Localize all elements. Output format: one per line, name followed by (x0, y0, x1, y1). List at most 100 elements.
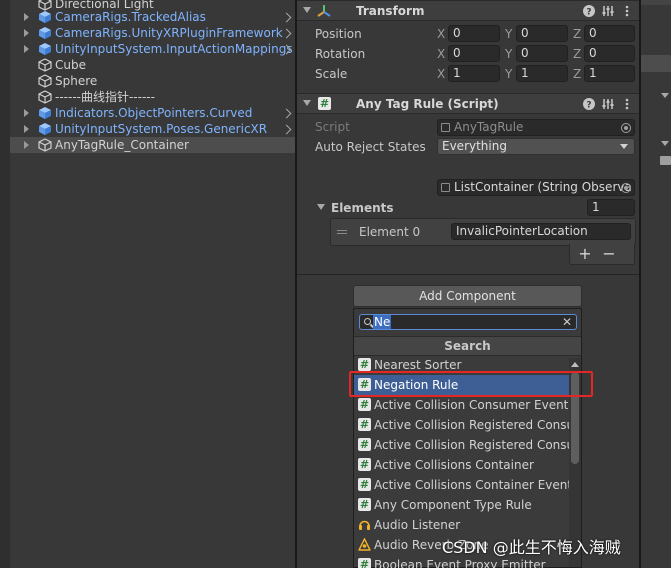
position-z-field[interactable]: 0 (584, 25, 635, 42)
folder-icon (660, 156, 671, 165)
auto-reject-states-value: Everything (442, 139, 507, 153)
search-icon (364, 318, 371, 325)
drag-handle-icon[interactable] (337, 230, 347, 231)
prefab-open-chevron-icon[interactable] (283, 28, 289, 37)
position-y-axis[interactable]: Y (505, 25, 512, 43)
prefab-open-chevron-icon[interactable] (283, 44, 289, 53)
preset-icon[interactable] (601, 97, 615, 111)
rotation-z-field[interactable]: 0 (584, 45, 635, 62)
hierarchy-item[interactable]: Sphere (10, 73, 295, 89)
clear-search-icon[interactable]: ✕ (562, 315, 572, 329)
foldout-arrow-icon[interactable] (303, 100, 311, 106)
gameobject-cube-icon (38, 90, 52, 104)
auto-reject-states-dropdown[interactable]: Everything (437, 138, 635, 155)
expand-arrow-icon[interactable] (24, 125, 29, 133)
help-icon[interactable]: ? (582, 4, 596, 18)
preset-icon[interactable] (601, 4, 615, 18)
component-result-item[interactable]: Active Collision Consumer Event Co (354, 395, 569, 415)
rotation-y-axis[interactable]: Y (505, 45, 512, 63)
element-0-label: Element 0 (359, 225, 421, 239)
expand-arrow-icon[interactable] (24, 45, 29, 53)
component-result-item[interactable]: Active Collision Registered Consum (354, 435, 569, 455)
rotation-x-axis[interactable]: X (437, 45, 445, 63)
add-element-button[interactable]: + (576, 244, 594, 264)
component-result-item[interactable]: Any Component Type Rule (354, 495, 569, 515)
hierarchy-item[interactable]: UnityInputSystem.Poses.GenericXR (10, 121, 295, 137)
component-result-item[interactable]: Negation Rule (354, 375, 569, 395)
expand-arrow-icon[interactable] (24, 29, 29, 37)
list-container-field[interactable]: ListContainer (String Observa (437, 179, 635, 196)
prefab-open-chevron-icon[interactable] (283, 124, 289, 133)
reverb-icon (358, 538, 371, 551)
foldout-arrow-icon[interactable] (303, 7, 311, 13)
hierarchy-item[interactable]: Cube (10, 57, 295, 73)
any-tag-rule-header[interactable]: # Any Tag Rule (Script) ? (297, 93, 639, 114)
hierarchy-item[interactable]: ------曲线指针------ (10, 89, 295, 105)
elements-label[interactable]: Elements (331, 199, 394, 217)
scale-y-axis[interactable]: Y (505, 65, 512, 83)
component-result-item[interactable]: Nearest Sorter (354, 355, 569, 375)
element-0-field[interactable]: InvalicPointerLocation (451, 223, 631, 240)
script-icon (358, 458, 371, 471)
hierarchy-panel: Directional Light CameraRigs.TrackedAlias… (0, 0, 295, 568)
script-icon (358, 478, 371, 491)
hierarchy-item[interactable]: CameraRigs.UnityXRPluginFramework (10, 25, 295, 41)
script-icon (358, 498, 371, 511)
object-picker-icon[interactable] (621, 183, 631, 193)
scale-y-field[interactable]: 1 (516, 65, 568, 82)
position-y-field[interactable]: 0 (516, 25, 568, 42)
help-icon[interactable]: ? (582, 97, 596, 111)
script-label: Script (315, 120, 350, 134)
hierarchy-item[interactable]: AnyTagRule_Container (10, 137, 295, 153)
expand-arrow-icon[interactable] (24, 13, 29, 21)
component-result-label: Negation Rule (374, 378, 459, 392)
prefab-cube-icon (39, 11, 51, 23)
transform-header[interactable]: Transform ? (297, 0, 639, 21)
script-field-value: AnyTagRule (454, 120, 524, 134)
gameobject-cube-icon (38, 74, 52, 88)
rotation-x-field[interactable]: 0 (448, 45, 500, 62)
component-search-input[interactable]: Ne ✕ (359, 314, 577, 330)
transform-title: Transform (356, 4, 425, 18)
position-x-axis[interactable]: X (437, 25, 445, 43)
scale-x-field[interactable]: 1 (448, 65, 500, 82)
rotation-label: Rotation (315, 47, 366, 61)
position-z-axis[interactable]: Z (573, 25, 581, 43)
search-query-text[interactable]: Ne (373, 315, 392, 329)
scale-x-axis[interactable]: X (437, 65, 445, 83)
component-result-item[interactable]: Active Collisions Container Event P (354, 475, 569, 495)
auto-reject-states-label: Auto Reject States (315, 140, 426, 154)
expand-icon[interactable] (661, 93, 669, 98)
expand-arrow-icon[interactable] (24, 141, 29, 149)
context-menu-icon[interactable] (620, 4, 634, 18)
expand-arrow-icon[interactable] (24, 109, 29, 117)
results-scrollbar[interactable] (569, 358, 581, 567)
hierarchy-item-label: CameraRigs.TrackedAlias (55, 10, 206, 24)
component-result-label: Active Collision Registered Consum (374, 418, 569, 432)
scale-z-axis[interactable]: Z (573, 65, 581, 83)
hierarchy-item[interactable]: UnityInputSystem.InputActionMappings (10, 41, 295, 57)
component-result-item[interactable]: Active Collision Registered Consum (354, 415, 569, 435)
prefab-open-chevron-icon[interactable] (283, 12, 289, 21)
hierarchy-item[interactable]: Indicators.ObjectPointers.Curved (10, 105, 295, 121)
rotation-y-field[interactable]: 0 (516, 45, 568, 62)
panel-row-selected[interactable] (641, 55, 671, 72)
prefab-cube-icon (39, 43, 51, 55)
elements-foldout-icon[interactable] (317, 204, 325, 210)
component-result-item[interactable]: Active Collisions Container (354, 455, 569, 475)
scale-z-field[interactable]: 1 (584, 65, 635, 82)
scroll-up-icon[interactable] (571, 362, 579, 367)
elements-size-field[interactable]: 1 (587, 199, 635, 216)
position-x-field[interactable]: 0 (448, 25, 500, 42)
remove-element-button[interactable]: − (600, 244, 618, 264)
component-result-label: Any Component Type Rule (374, 498, 532, 512)
scroll-thumb[interactable] (571, 372, 579, 464)
hierarchy-item-label: CameraRigs.UnityXRPluginFramework (55, 26, 283, 40)
component-result-item[interactable]: Audio Listener (354, 515, 569, 535)
context-menu-icon[interactable] (620, 97, 634, 111)
prefab-open-chevron-icon[interactable] (283, 108, 289, 117)
add-component-button[interactable]: Add Component (353, 285, 582, 307)
expand-icon[interactable] (661, 141, 669, 146)
hierarchy-item[interactable]: CameraRigs.TrackedAlias (10, 9, 295, 25)
rotation-z-axis[interactable]: Z (573, 45, 581, 63)
